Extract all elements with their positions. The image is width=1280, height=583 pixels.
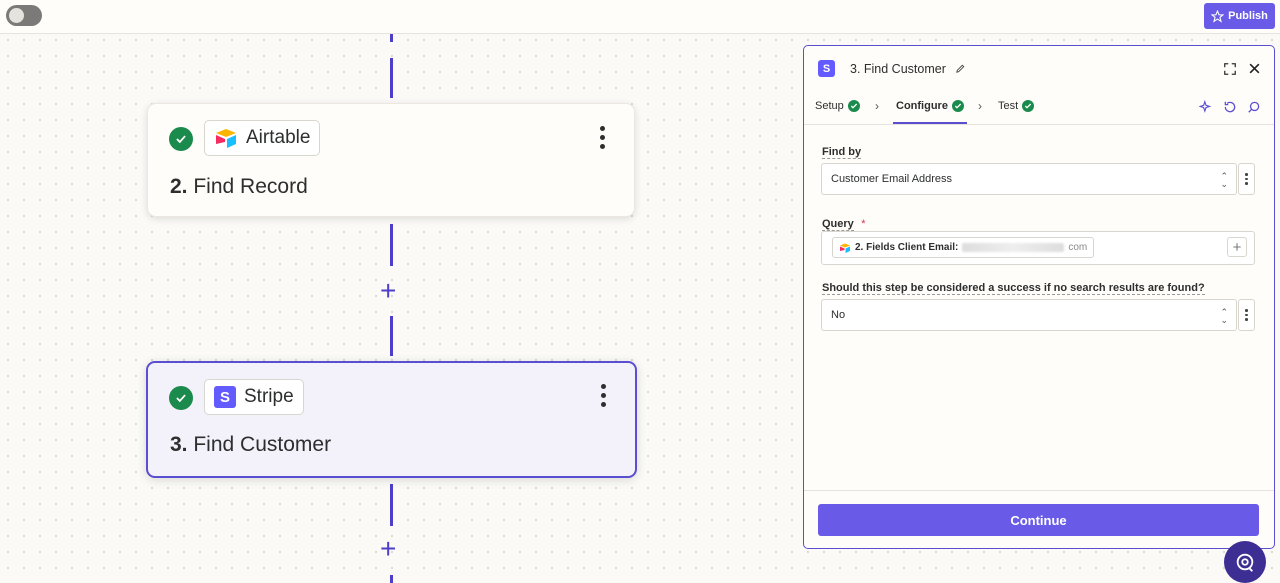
stripe-icon: S: [818, 60, 835, 77]
find-by-value: Customer Email Address: [831, 173, 953, 185]
add-step-icon[interactable]: +: [380, 277, 396, 305]
field-options-icon[interactable]: [1238, 299, 1255, 331]
query-input[interactable]: 2. Fields Client Email: com +: [821, 231, 1255, 265]
tab-test[interactable]: Test: [998, 100, 1035, 112]
airtable-icon: [840, 243, 850, 253]
ai-sparkle-icon[interactable]: [1199, 100, 1213, 114]
pill-suffix: com: [1068, 242, 1088, 253]
flow-connector: [390, 316, 393, 356]
query-label: Query: [822, 218, 854, 231]
active-tab-indicator: [893, 122, 967, 124]
top-bar: Publish: [0, 0, 1280, 34]
check-icon: [847, 100, 860, 112]
add-mapping-icon[interactable]: +: [1227, 237, 1247, 257]
step-title: 3. Find Customer: [170, 433, 332, 456]
success-check-icon: [169, 386, 193, 410]
step-card-find-customer[interactable]: S Stripe 3. Find Customer: [146, 361, 637, 478]
edit-pencil-icon[interactable]: [955, 63, 966, 74]
success-check-icon: [169, 127, 193, 151]
required-mark: *: [861, 218, 866, 230]
step-card-find-record[interactable]: Airtable 2. Find Record: [147, 103, 635, 217]
query-label-wrap: Query *: [822, 214, 866, 232]
field-options-icon[interactable]: [1238, 163, 1255, 195]
zap-toggle[interactable]: [6, 5, 42, 26]
star-icon: [1211, 9, 1225, 23]
check-icon: [951, 100, 964, 112]
redacted-email: [962, 243, 1065, 252]
stripe-icon: S: [214, 386, 236, 408]
chevron-right-icon: ›: [978, 99, 982, 113]
app-name: Airtable: [246, 127, 311, 148]
chevron-right-icon: ›: [875, 99, 879, 113]
pill-label: 2. Fields Client Email:: [855, 242, 959, 253]
panel-footer: Continue: [804, 490, 1274, 548]
airtable-icon: [216, 129, 236, 148]
panel-header: S 3. Find Customer: [804, 46, 1274, 92]
step-editor-panel: S 3. Find Customer Setup › Configure › T…: [803, 45, 1275, 549]
app-chip-airtable: Airtable: [204, 120, 321, 156]
find-by-label: Find by: [822, 146, 862, 159]
app-chip-stripe: S Stripe: [204, 379, 304, 415]
flow-connector: [390, 224, 393, 266]
success-select[interactable]: No ⌃ ⌄: [821, 299, 1237, 331]
toggle-knob: [9, 8, 24, 23]
find-by-select[interactable]: Customer Email Address ⌃ ⌄: [821, 163, 1237, 195]
publish-label: Publish: [1228, 10, 1268, 22]
app-name: Stripe: [244, 386, 294, 407]
expand-icon[interactable]: [1223, 62, 1237, 76]
close-icon[interactable]: [1248, 62, 1261, 75]
tab-configure[interactable]: Configure: [896, 100, 964, 112]
updown-icon: ⌃ ⌄: [1220, 307, 1228, 325]
updown-icon: ⌃ ⌄: [1220, 171, 1228, 189]
success-value: No: [831, 309, 846, 321]
flow-connector: [390, 58, 393, 98]
more-options-icon[interactable]: [600, 384, 606, 407]
refresh-icon[interactable]: [1223, 100, 1237, 114]
flow-connector: [390, 484, 393, 526]
tab-setup[interactable]: Setup: [815, 100, 860, 112]
step-title: 2. Find Record: [170, 175, 308, 198]
add-step-icon[interactable]: +: [380, 535, 396, 563]
help-chat-icon[interactable]: [1224, 541, 1266, 583]
success-label: Should this step be considered a success…: [822, 282, 1205, 295]
search-icon[interactable]: [1247, 100, 1261, 114]
panel-tabs: Setup › Configure › Test: [804, 92, 1274, 125]
flow-connector: [390, 34, 393, 42]
publish-button[interactable]: Publish: [1204, 3, 1275, 29]
more-options-icon[interactable]: [599, 126, 605, 149]
flow-connector: [390, 575, 393, 583]
panel-title: 3. Find Customer: [850, 62, 946, 76]
continue-button[interactable]: Continue: [818, 504, 1259, 536]
mapped-field-pill[interactable]: 2. Fields Client Email: com: [832, 237, 1095, 258]
check-icon: [1022, 100, 1035, 112]
